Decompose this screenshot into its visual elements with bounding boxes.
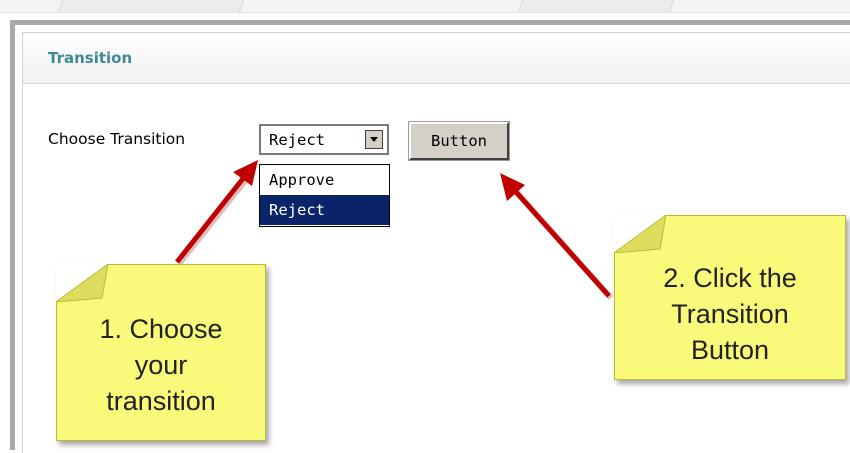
option-reject[interactable]: Reject	[260, 195, 389, 225]
choose-transition-label: Choose Transition	[48, 130, 186, 148]
callout-1-line-2: your	[134, 350, 188, 380]
transition-select-value: Reject	[269, 131, 325, 149]
panel-title: Transition	[48, 49, 133, 67]
note-fold-icon	[614, 215, 666, 253]
dropdown-arrow-icon[interactable]	[365, 130, 383, 149]
callout-2-line-3: Button	[690, 335, 770, 365]
transition-dropdown-list: Approve Reject	[259, 164, 390, 227]
top-tab-strip	[0, 0, 850, 13]
callout-2-line-2: Transition	[671, 299, 789, 329]
callout-1-line-1: 1. Choose	[99, 314, 223, 344]
callout-choose-transition: 1. Choose your transition	[56, 264, 266, 441]
panel-header: Transition	[23, 33, 850, 84]
callout-1-line-3: transition	[106, 386, 216, 416]
note-fold-icon	[56, 264, 108, 302]
option-approve[interactable]: Approve	[260, 165, 389, 195]
transition-button[interactable]: Button	[409, 122, 509, 160]
callout-click-button: 2. Click the Transition Button	[614, 215, 846, 380]
tab-divider	[517, 0, 675, 12]
transition-select[interactable]: Reject	[259, 124, 389, 155]
tab-divider	[57, 0, 245, 12]
callout-2-line-1: 2. Click the	[663, 263, 797, 293]
